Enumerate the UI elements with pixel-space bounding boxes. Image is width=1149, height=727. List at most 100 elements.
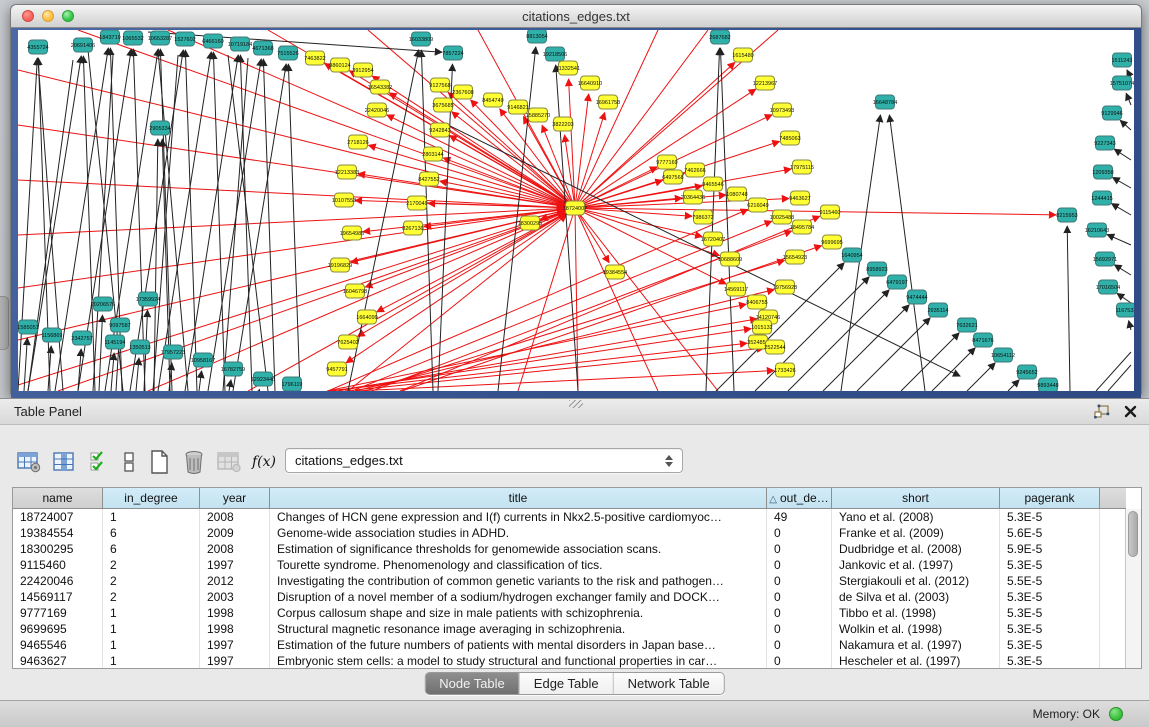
graph-node[interactable]: 1080748 bbox=[726, 187, 747, 201]
table-row[interactable]: 969969511998Structural magnetic resonanc… bbox=[13, 621, 1141, 637]
graph-node[interactable]: 8958923 bbox=[866, 262, 887, 276]
header-cell-out_de[interactable]: △out_de… bbox=[767, 488, 832, 509]
new-table-button[interactable] bbox=[146, 449, 172, 475]
graph-node[interactable]: 1015132 bbox=[751, 320, 772, 334]
graph-node[interactable]: 16543382 bbox=[368, 80, 392, 94]
titlebar[interactable]: citations_edges.txt bbox=[11, 5, 1141, 28]
graph-node[interactable]: 10958167 bbox=[191, 353, 215, 367]
graph-node[interactable]: 9457791 bbox=[326, 362, 347, 376]
table-row[interactable]: 1872400712008Changes of HCN gene express… bbox=[13, 509, 1141, 525]
graph-node[interactable]: 2718126 bbox=[347, 135, 368, 149]
graph-node[interactable]: 17016504 bbox=[1096, 280, 1120, 294]
table-row[interactable]: 1830029562008Estimation of significance … bbox=[13, 541, 1141, 557]
graph-node[interactable]: 1796119 bbox=[281, 377, 302, 391]
function-builder-button[interactable]: f(x) bbox=[251, 449, 277, 475]
graph-node[interactable]: 14569117 bbox=[724, 282, 748, 296]
close-window-button[interactable] bbox=[22, 10, 34, 22]
float-panel-button[interactable] bbox=[1094, 404, 1110, 424]
graph-node[interactable]: 10025488 bbox=[770, 210, 794, 224]
graph-node[interactable]: 9127568 bbox=[429, 78, 450, 92]
graph-node[interactable]: 7515526 bbox=[277, 46, 298, 60]
graph-node[interactable]: 8454749 bbox=[482, 93, 503, 107]
header-cell-in_degree[interactable]: in_degree bbox=[103, 488, 200, 509]
graph-node[interactable]: 20206576 bbox=[91, 297, 115, 311]
graph-node[interactable]: 10653287 bbox=[148, 31, 172, 45]
graph-node[interactable]: 7986372 bbox=[692, 210, 713, 224]
graph-node[interactable]: 7462666 bbox=[684, 163, 705, 177]
graph-node[interactable]: 1350513 bbox=[129, 340, 150, 354]
graph-node[interactable]: 8267130 bbox=[402, 221, 423, 235]
table-row[interactable]: 946362711997Embryonic stem cells: a mode… bbox=[13, 653, 1141, 669]
graph-node[interactable]: 20691406 bbox=[71, 38, 95, 52]
graph-node[interactable]: 2170049 bbox=[406, 196, 427, 210]
graph-node[interactable]: 17975115 bbox=[790, 160, 814, 174]
graph-node[interactable]: 1065532 bbox=[122, 31, 143, 45]
graph-node[interactable]: 6497568 bbox=[662, 170, 683, 184]
graph-node[interactable]: 8471676 bbox=[972, 333, 993, 347]
graph-node[interactable]: 17359924 bbox=[136, 292, 160, 306]
graph-node[interactable]: 7857224 bbox=[442, 46, 463, 60]
graph-node[interactable]: 10107553 bbox=[332, 193, 356, 207]
graph-node[interactable]: 2367608 bbox=[452, 85, 473, 99]
graph-node[interactable]: 9777169 bbox=[656, 155, 677, 169]
graph-node[interactable]: 9129946 bbox=[1101, 106, 1122, 120]
table-row[interactable]: 1456911722003Disruption of a novel membe… bbox=[13, 589, 1141, 605]
table-settings-button[interactable] bbox=[16, 449, 42, 475]
header-cell-year[interactable]: year bbox=[200, 488, 270, 509]
network-graph[interactable]: 4355724206914061843719106553210653287152… bbox=[18, 30, 1134, 391]
graph-node[interactable]: 15751074 bbox=[1110, 76, 1134, 90]
graph-node[interactable]: 9893448 bbox=[1037, 378, 1058, 391]
graph-node[interactable]: 19384554 bbox=[603, 265, 627, 279]
table-row[interactable]: 946554611997Estimation of the future num… bbox=[13, 637, 1141, 653]
delete-column-button[interactable] bbox=[216, 449, 242, 475]
graph-node[interactable]: 3822203 bbox=[552, 117, 573, 131]
graph-node[interactable]: 2522544 bbox=[764, 340, 785, 354]
graph-node[interactable]: 12923446 bbox=[251, 372, 275, 386]
graph-node[interactable]: 7625402 bbox=[337, 335, 358, 349]
graph-node[interactable]: 11332541 bbox=[556, 61, 580, 75]
tab-network-table[interactable]: Network Table bbox=[613, 673, 724, 694]
graph-node[interactable]: 7463822 bbox=[304, 51, 325, 65]
graph-node[interactable]: 9463627 bbox=[789, 191, 810, 205]
graph-node[interactable]: 19756928 bbox=[773, 280, 797, 294]
table-row[interactable]: 911546021997Tourette syndrome. Phenomeno… bbox=[13, 557, 1141, 573]
graph-node[interactable]: 6479197 bbox=[886, 275, 907, 289]
graph-node[interactable]: 16648784 bbox=[873, 95, 897, 109]
graph-node[interactable]: 8406755 bbox=[746, 295, 767, 309]
graph-node[interactable]: 1209358 bbox=[1092, 165, 1113, 179]
graph-node[interactable]: 7485063 bbox=[779, 131, 800, 145]
table-row[interactable]: 2242004622012Investigating the contribut… bbox=[13, 573, 1141, 589]
graph-canvas[interactable]: 4355724206914061843719106553210653287152… bbox=[18, 30, 1134, 391]
graph-node[interactable]: 9245652 bbox=[1016, 365, 1037, 379]
graph-node[interactable]: 2687682 bbox=[709, 30, 730, 44]
graph-node[interactable]: 2803144 bbox=[422, 147, 443, 161]
graph-node[interactable]: 15885270 bbox=[526, 108, 550, 122]
graph-node[interactable]: 12213383 bbox=[335, 165, 359, 179]
graph-node[interactable]: 18300295 bbox=[518, 216, 542, 230]
table-row[interactable]: 977716911998Corpus callosum shape and si… bbox=[13, 605, 1141, 621]
graph-node[interactable]: 2905334 bbox=[149, 121, 170, 135]
graph-node[interactable]: 2342757 bbox=[71, 331, 92, 345]
graph-node[interactable]: 4671368 bbox=[252, 41, 273, 55]
table-scrollbar[interactable] bbox=[1125, 509, 1141, 668]
graph-node[interactable]: 3912954 bbox=[352, 63, 373, 77]
graph-node[interactable]: 1527602 bbox=[174, 32, 195, 46]
graph-node[interactable]: 1664099 bbox=[356, 310, 377, 324]
graph-node[interactable]: 19654985 bbox=[340, 226, 364, 240]
graph-node[interactable]: 8215953 bbox=[1056, 208, 1077, 222]
minimize-window-button[interactable] bbox=[42, 10, 54, 22]
rows-button[interactable] bbox=[121, 449, 137, 475]
graph-node[interactable]: 15692971 bbox=[1093, 252, 1117, 266]
graph-node[interactable]: 17957223 bbox=[161, 345, 185, 359]
graph-node[interactable]: 9115460 bbox=[819, 205, 840, 219]
graph-node[interactable]: 1733426 bbox=[774, 363, 795, 377]
header-cell-title[interactable]: title bbox=[270, 488, 767, 509]
header-cell-short[interactable]: short bbox=[832, 488, 1000, 509]
graph-window[interactable]: citations_edges.txt 43557242069140618437… bbox=[10, 4, 1142, 396]
graph-node[interactable]: 4355724 bbox=[27, 40, 48, 54]
graph-node[interactable]: 8813054 bbox=[526, 30, 547, 43]
graph-node[interactable]: 16640910 bbox=[578, 76, 602, 90]
graph-node[interactable]: 9465546 bbox=[702, 177, 723, 191]
graph-node[interactable]: 22420046 bbox=[365, 103, 389, 117]
graph-node[interactable]: 19196829 bbox=[328, 258, 352, 272]
